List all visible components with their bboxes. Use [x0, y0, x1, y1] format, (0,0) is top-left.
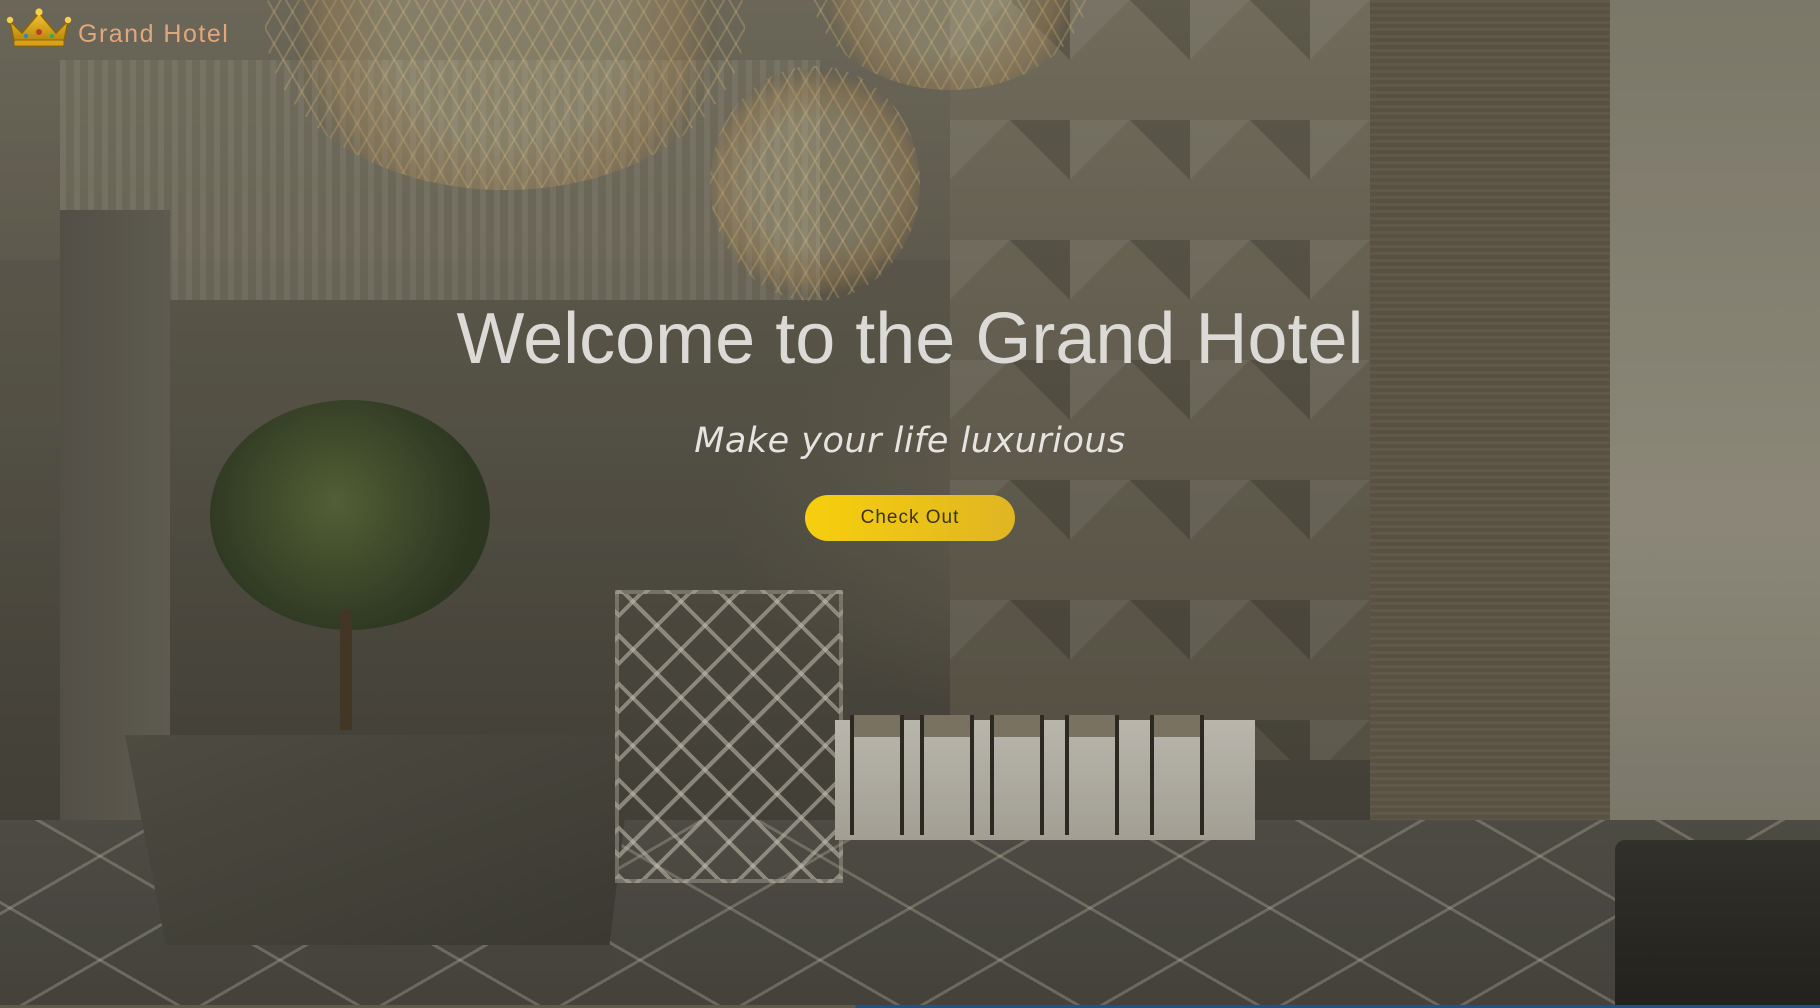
hero-headline: Welcome to the Grand Hotel: [456, 299, 1364, 379]
check-out-button[interactable]: Check Out: [805, 495, 1015, 542]
brand-logo-link[interactable]: Grand Hotel: [6, 6, 229, 49]
crown-icon: [6, 7, 72, 46]
brand-name: Grand Hotel: [78, 20, 230, 48]
hero-content: Welcome to the Grand Hotel Make your lif…: [0, 299, 1820, 542]
hero-tagline: Make your life luxurious: [694, 421, 1126, 462]
